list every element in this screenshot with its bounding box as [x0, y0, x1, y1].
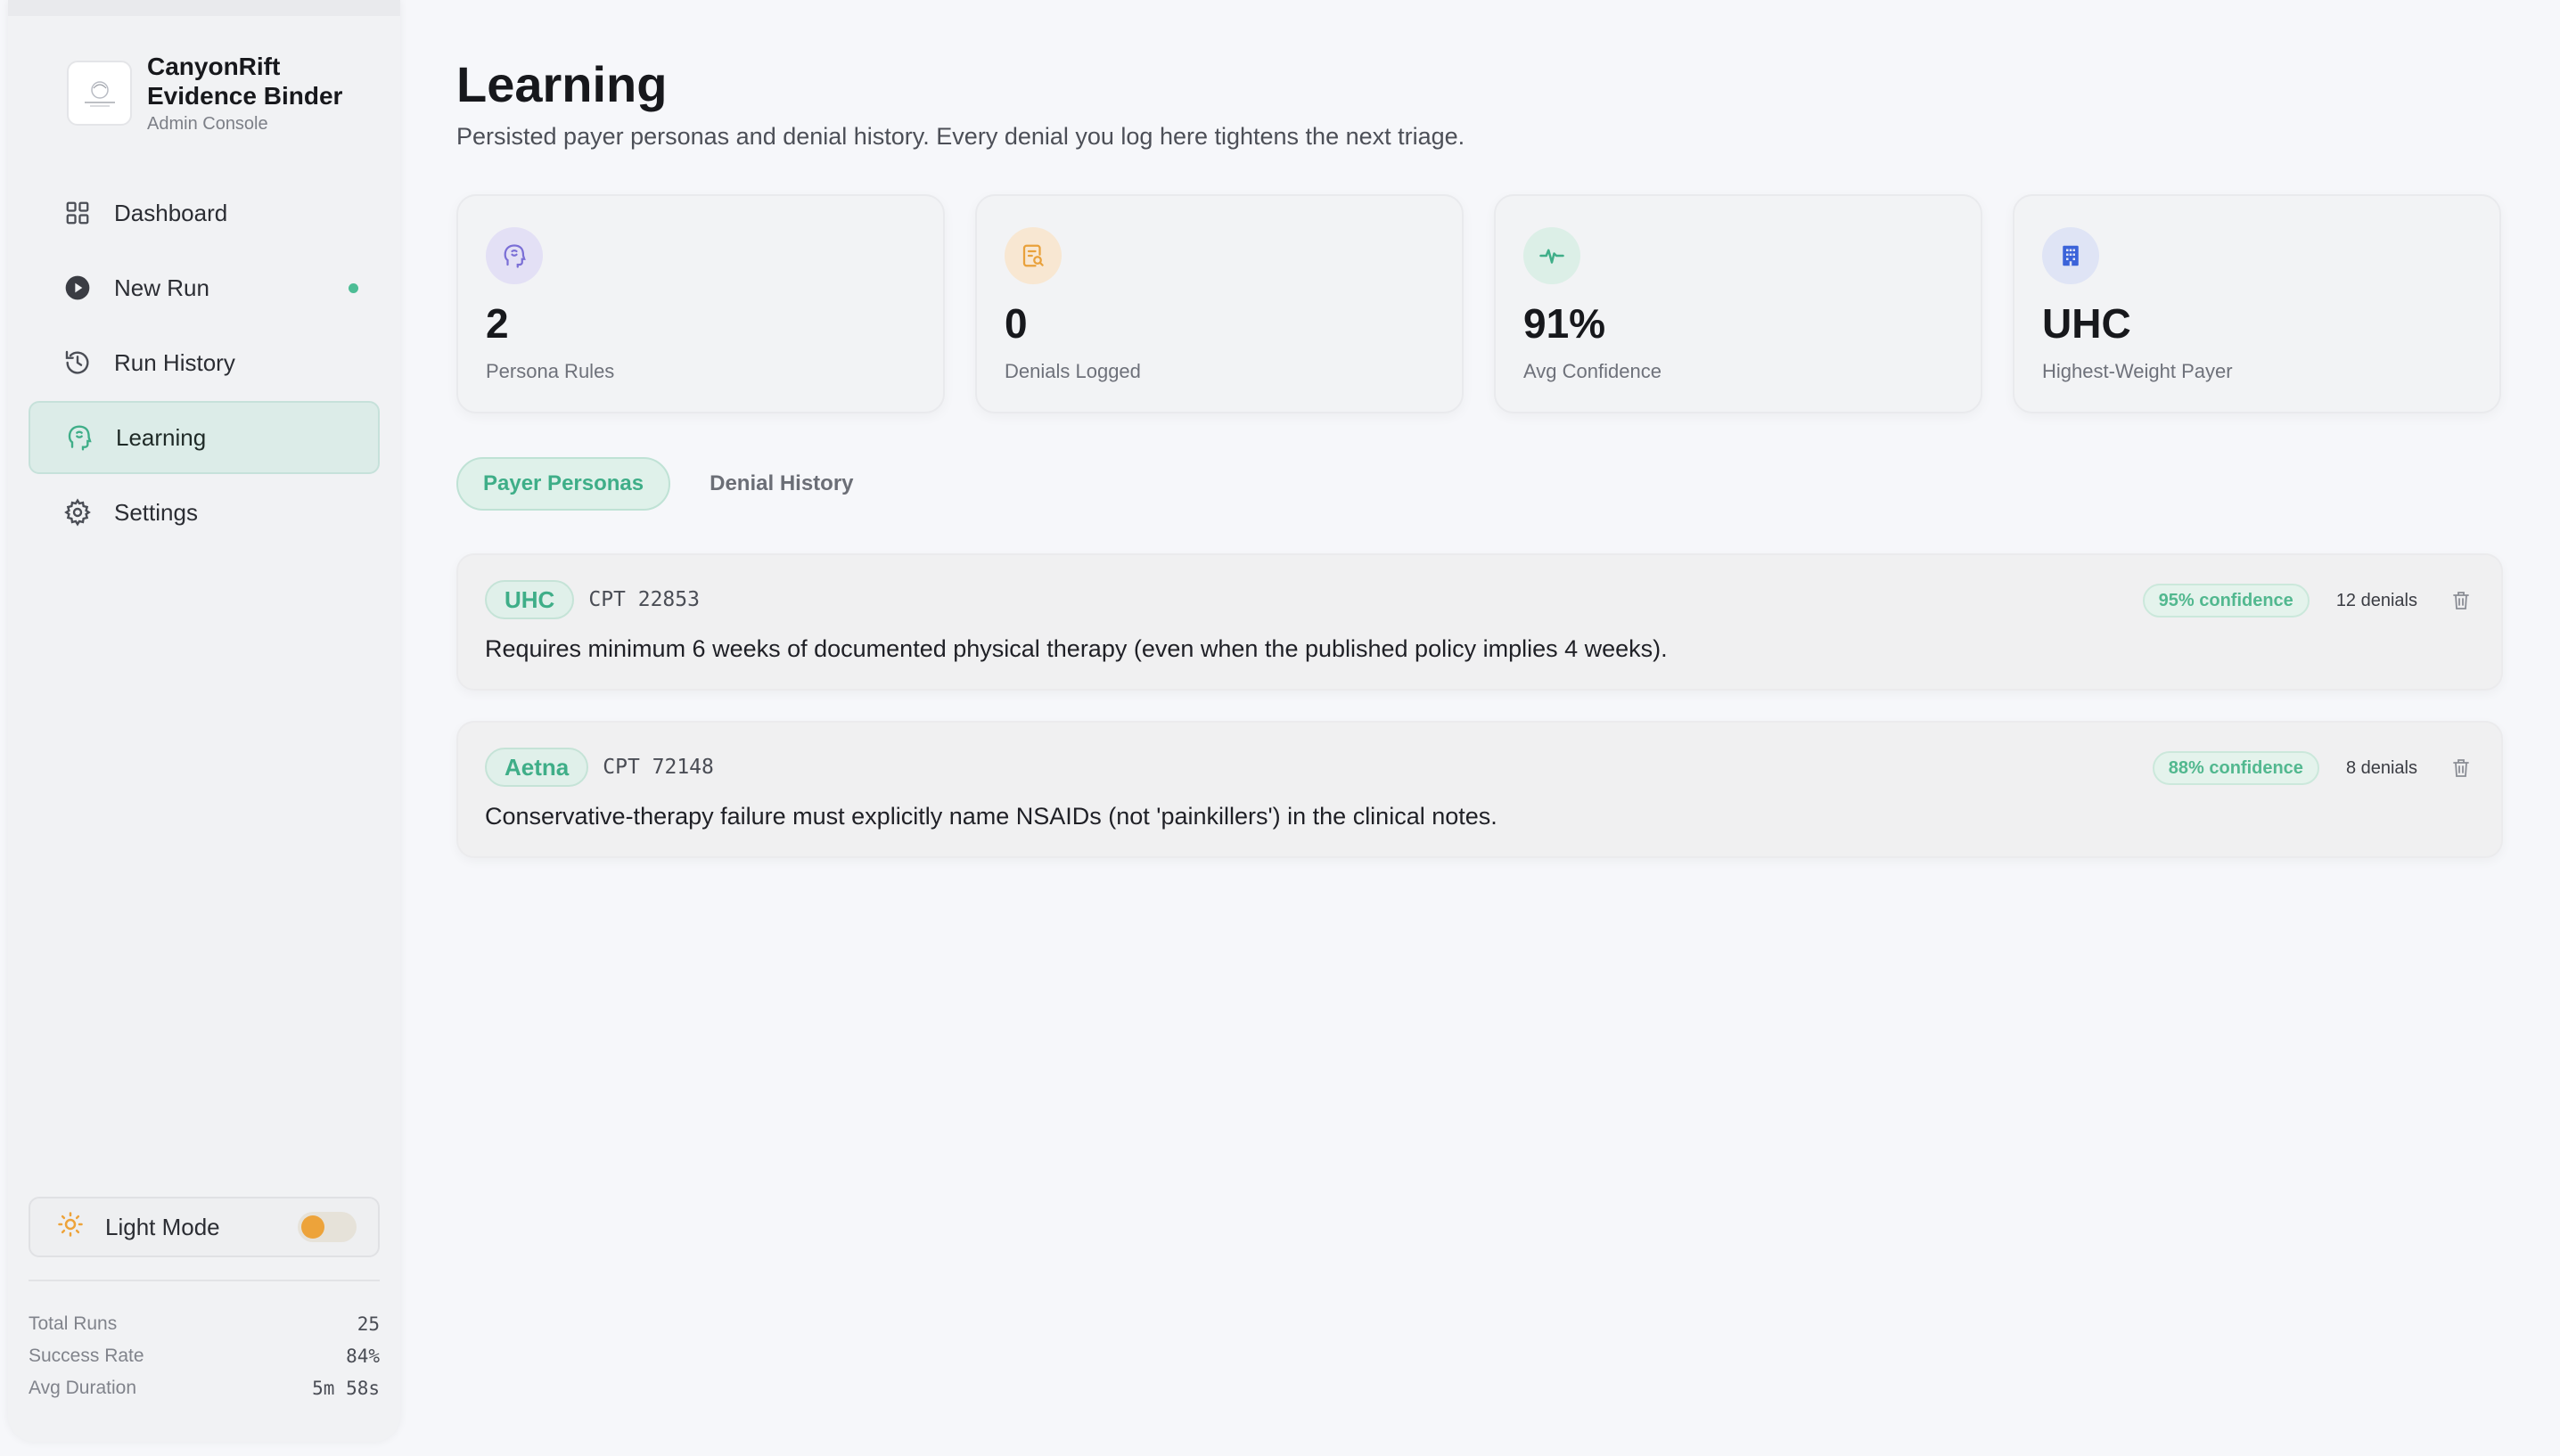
gear-icon	[62, 497, 93, 528]
building-icon	[2042, 227, 2099, 284]
brain-head-icon	[486, 227, 543, 284]
tab-payer-personas[interactable]: Payer Personas	[456, 457, 671, 511]
persona-card: UHC CPT 22853 Requires minimum 6 weeks o…	[456, 553, 2503, 691]
sidebar-item-label: Settings	[114, 498, 198, 526]
sidebar-item-label: Run History	[114, 348, 235, 376]
persona-rule: Conservative-therapy failure must explic…	[485, 803, 1497, 830]
sidebar-stats: Total Runs 25 Success Rate 84% Avg Durat…	[29, 1308, 380, 1404]
sidebar-item-label: Learning	[116, 423, 207, 451]
play-circle-icon	[62, 273, 93, 303]
sidebar-item-new-run[interactable]: New Run	[29, 251, 380, 324]
theme-toggle-label: Light Mode	[105, 1213, 220, 1240]
tab-denial-history[interactable]: Denial History	[685, 457, 878, 511]
card-label: Avg Confidence	[1523, 360, 1662, 382]
brand-title-line2: Evidence Binder	[147, 82, 343, 110]
theme-toggle[interactable]: Light Mode	[29, 1197, 380, 1257]
brand-subtitle: Admin Console	[147, 114, 268, 134]
brand-logo	[67, 61, 132, 126]
stat-label: Avg Duration	[29, 1378, 137, 1398]
sidebar-nav: Dashboard New Run Run History Learning S…	[29, 176, 380, 551]
tabs: Payer Personas Denial History	[456, 457, 879, 511]
denial-count: 8 denials	[2345, 757, 2417, 778]
card-value: 2	[486, 300, 509, 347]
stat-label: Success Rate	[29, 1346, 144, 1366]
payer-badge: UHC	[485, 580, 575, 619]
brain-head-icon	[64, 422, 94, 453]
trash-icon[interactable]	[2448, 755, 2474, 781]
card-value: 91%	[1523, 300, 1606, 347]
stat-avg-duration: Avg Duration 5m 58s	[29, 1372, 380, 1404]
sidebar-item-label: Dashboard	[114, 199, 228, 226]
theme-switch[interactable]	[298, 1212, 357, 1242]
switch-knob	[301, 1215, 324, 1239]
brand-title-line1: CanyonRift	[147, 53, 281, 80]
stat-value: 5m 58s	[312, 1378, 380, 1399]
stat-value: 25	[357, 1313, 380, 1335]
confidence-badge: 88% confidence	[2152, 751, 2319, 785]
card-label: Denials Logged	[1005, 360, 1141, 382]
sidebar-item-run-history[interactable]: Run History	[29, 326, 380, 399]
card-value: 0	[1005, 300, 1028, 347]
summary-cards: 2 Persona Rules 0 Denials Logged 91% Avg…	[456, 194, 2501, 413]
history-icon	[62, 348, 93, 378]
stat-success-rate: Success Rate 84%	[29, 1340, 380, 1372]
status-dot	[349, 282, 358, 293]
card-avg-confidence: 91% Avg Confidence	[1494, 194, 1982, 413]
persona-card: Aetna CPT 72148 Conservative-therapy fai…	[456, 721, 2503, 858]
cpt-code: CPT 22853	[588, 588, 700, 611]
sidebar-item-settings[interactable]: Settings	[29, 476, 380, 549]
card-label: Highest-Weight Payer	[2042, 360, 2233, 382]
sidebar: CanyonRift Evidence Binder Admin Console…	[8, 0, 400, 1442]
grid-icon	[62, 198, 93, 228]
sidebar-item-dashboard[interactable]: Dashboard	[29, 176, 380, 249]
card-denials-logged: 0 Denials Logged	[975, 194, 1464, 413]
sidebar-top-strip	[8, 0, 400, 16]
document-search-icon	[1005, 227, 1062, 284]
card-value: UHC	[2042, 300, 2131, 347]
confidence-badge: 95% confidence	[2142, 584, 2310, 618]
stat-value: 84%	[346, 1346, 380, 1367]
payer-badge: Aetna	[485, 748, 589, 787]
divider	[29, 1280, 380, 1281]
stat-total-runs: Total Runs 25	[29, 1308, 380, 1340]
sidebar-item-learning[interactable]: Learning	[29, 401, 380, 474]
sun-icon	[57, 1211, 84, 1244]
page-title: Learning	[456, 56, 668, 112]
persona-rule: Requires minimum 6 weeks of documented p…	[485, 635, 1668, 662]
card-highest-weight-payer: UHC Highest-Weight Payer	[2013, 194, 2501, 413]
stat-label: Total Runs	[29, 1313, 118, 1334]
sidebar-item-label: New Run	[114, 274, 209, 301]
pulse-icon	[1523, 227, 1580, 284]
denial-count: 12 denials	[2335, 590, 2417, 610]
page-subtitle: Persisted payer personas and denial hist…	[456, 123, 1465, 150]
card-persona-rules: 2 Persona Rules	[456, 194, 945, 413]
card-label: Persona Rules	[486, 360, 615, 382]
trash-icon[interactable]	[2448, 587, 2474, 614]
cpt-code: CPT 72148	[603, 756, 714, 779]
brand[interactable]: CanyonRift Evidence Binder Admin Console	[67, 52, 342, 135]
